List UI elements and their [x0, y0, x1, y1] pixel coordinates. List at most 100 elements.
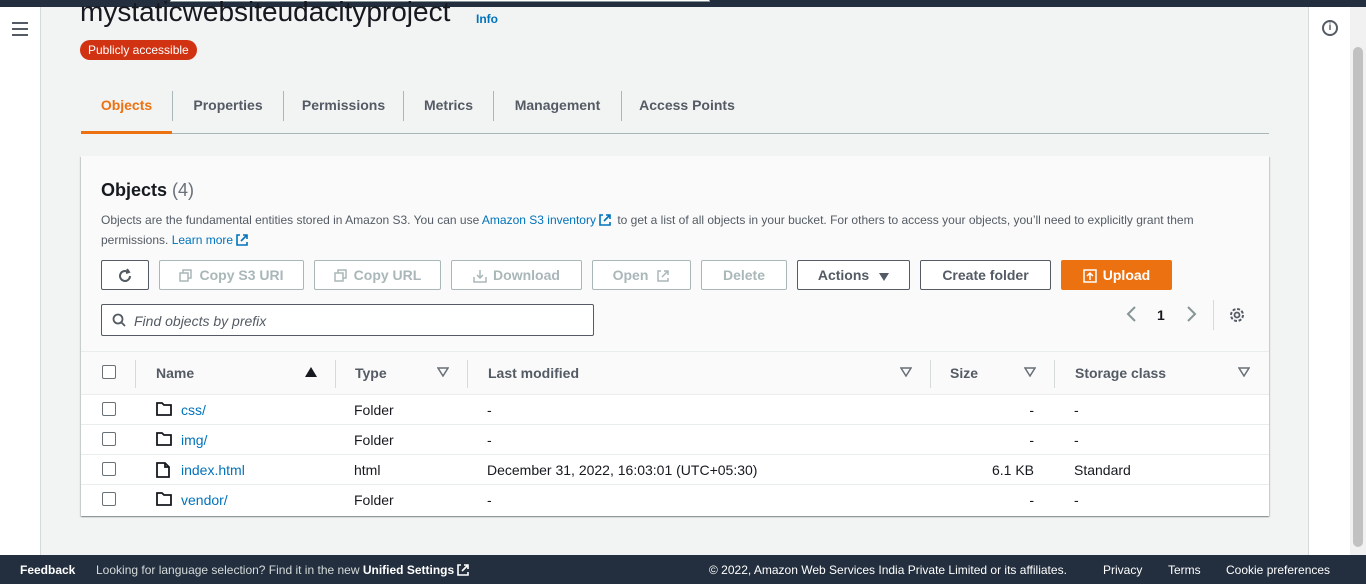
caret-down-icon: [879, 273, 890, 281]
delete-button[interactable]: Delete: [701, 260, 787, 290]
object-type: Folder: [354, 402, 394, 418]
copy-url-label: Copy URL: [353, 267, 422, 283]
tab-management[interactable]: Management: [494, 80, 621, 134]
hamburger-menu-icon[interactable]: [12, 22, 28, 36]
object-name-link[interactable]: img/: [181, 432, 207, 448]
upload-button[interactable]: Upload: [1061, 260, 1172, 290]
object-name-link[interactable]: vendor/: [181, 492, 228, 508]
column-divider: [1054, 360, 1055, 388]
object-last-modified: -: [487, 492, 492, 508]
copy-icon: [333, 269, 347, 282]
column-type-header[interactable]: Type: [355, 365, 387, 381]
sort-toggle-icon[interactable]: [437, 367, 449, 377]
tab-metrics[interactable]: Metrics: [404, 80, 493, 134]
chevron-right-icon[interactable]: [1183, 306, 1199, 322]
copy-s3-uri-label: Copy S3 URI: [199, 267, 284, 283]
folder-icon: [156, 432, 172, 446]
external-link-icon: [236, 234, 248, 246]
object-last-modified: -: [487, 432, 492, 448]
external-link-icon: [657, 270, 670, 282]
gear-icon[interactable]: [1228, 306, 1246, 324]
feedback-link[interactable]: Feedback: [20, 563, 75, 577]
learn-more-link[interactable]: Learn more: [172, 233, 233, 247]
external-link-icon: [457, 564, 469, 576]
tab-properties[interactable]: Properties: [173, 80, 283, 134]
objects-description: Objects are the fundamental entities sto…: [101, 210, 1241, 250]
object-name-link[interactable]: css/: [181, 402, 206, 418]
row-checkbox[interactable]: [102, 492, 116, 506]
column-divider: [135, 360, 136, 388]
sort-toggle-icon[interactable]: [900, 367, 912, 377]
table-row[interactable]: vendor/ Folder - - -: [81, 485, 1269, 515]
sort-toggle-icon[interactable]: [1024, 367, 1036, 377]
upload-icon: [1083, 269, 1097, 283]
refresh-button[interactable]: [101, 260, 149, 290]
row-checkbox[interactable]: [102, 462, 116, 476]
object-type: html: [354, 462, 381, 478]
object-storage-class: -: [1074, 402, 1079, 418]
refresh-icon: [119, 268, 131, 282]
objects-panel: Objects (4) Objects are the fundamental …: [81, 156, 1269, 516]
privacy-link[interactable]: Privacy: [1103, 563, 1142, 577]
table-row[interactable]: index.html html December 31, 2022, 16:03…: [81, 455, 1269, 485]
copy-s3-uri-button[interactable]: Copy S3 URI: [159, 260, 304, 290]
scrollbar-thumb[interactable]: [1353, 47, 1363, 547]
chevron-left-icon[interactable]: [1124, 306, 1140, 322]
info-panel-icon[interactable]: i: [1322, 20, 1338, 36]
row-checkbox[interactable]: [102, 402, 116, 416]
terms-link[interactable]: Terms: [1168, 563, 1201, 577]
row-checkbox[interactable]: [102, 432, 116, 446]
file-icon: [156, 462, 170, 478]
page-scrollbar[interactable]: [1350, 7, 1366, 555]
language-hint: Looking for language selection? Find it …: [96, 563, 472, 577]
actions-label: Actions: [817, 267, 870, 283]
column-storage-class-header[interactable]: Storage class: [1075, 365, 1166, 381]
sort-ascending-icon[interactable]: [305, 367, 317, 377]
description-text-start: Objects are the fundamental entities sto…: [101, 213, 482, 227]
public-access-badge: Publicly accessible: [80, 40, 197, 60]
current-page-number[interactable]: 1: [1157, 307, 1165, 323]
tab-access-points[interactable]: Access Points: [622, 80, 752, 134]
tab-objects[interactable]: Objects: [81, 80, 172, 134]
object-type: Folder: [354, 492, 394, 508]
language-hint-text: Looking for language selection? Find it …: [96, 563, 363, 577]
sort-toggle-icon[interactable]: [1238, 367, 1250, 377]
object-storage-class: -: [1074, 432, 1079, 448]
folder-icon: [156, 492, 172, 506]
column-divider: [335, 360, 336, 388]
create-folder-button[interactable]: Create folder: [920, 260, 1051, 290]
object-size: 6.1 KB: [991, 462, 1034, 478]
bucket-name-title: mystaticwebsiteudacityproject: [80, 0, 451, 27]
external-link-icon: [599, 214, 611, 226]
pager-divider: [1213, 300, 1214, 330]
unified-settings-link[interactable]: Unified Settings: [363, 563, 454, 577]
copy-url-button[interactable]: Copy URL: [314, 260, 441, 290]
object-size: -: [1029, 402, 1034, 418]
folder-icon: [156, 402, 172, 416]
select-all-checkbox[interactable]: [102, 365, 116, 379]
object-last-modified: -: [487, 402, 492, 418]
column-last-modified-header[interactable]: Last modified: [488, 365, 579, 381]
left-nav-rail: [0, 7, 41, 555]
table-header: Name Type Last modified Size Storage cla…: [81, 352, 1269, 395]
object-size: -: [1029, 492, 1034, 508]
actions-dropdown[interactable]: Actions: [797, 260, 910, 290]
column-divider: [930, 360, 931, 388]
objects-heading: Objects (4): [101, 180, 194, 201]
open-button[interactable]: Open: [592, 260, 691, 290]
tab-permissions[interactable]: Permissions: [284, 80, 403, 134]
table-row[interactable]: css/ Folder - - -: [81, 395, 1269, 425]
s3-inventory-link[interactable]: Amazon S3 inventory: [482, 213, 596, 227]
column-name-header[interactable]: Name: [156, 365, 194, 381]
cookie-preferences-link[interactable]: Cookie preferences: [1226, 563, 1330, 577]
info-link[interactable]: Info: [476, 12, 498, 26]
search-input[interactable]: Find objects by prefix: [134, 313, 266, 329]
object-name-link[interactable]: index.html: [181, 462, 245, 478]
object-storage-class: Standard: [1074, 462, 1131, 478]
table-row[interactable]: img/ Folder - - -: [81, 425, 1269, 455]
column-size-header[interactable]: Size: [950, 365, 978, 381]
bucket-tabs: Objects Properties Permissions Metrics M…: [81, 80, 1269, 134]
download-icon: [473, 270, 487, 283]
find-objects-search[interactable]: Find objects by prefix: [101, 304, 594, 336]
download-button[interactable]: Download: [451, 260, 582, 290]
